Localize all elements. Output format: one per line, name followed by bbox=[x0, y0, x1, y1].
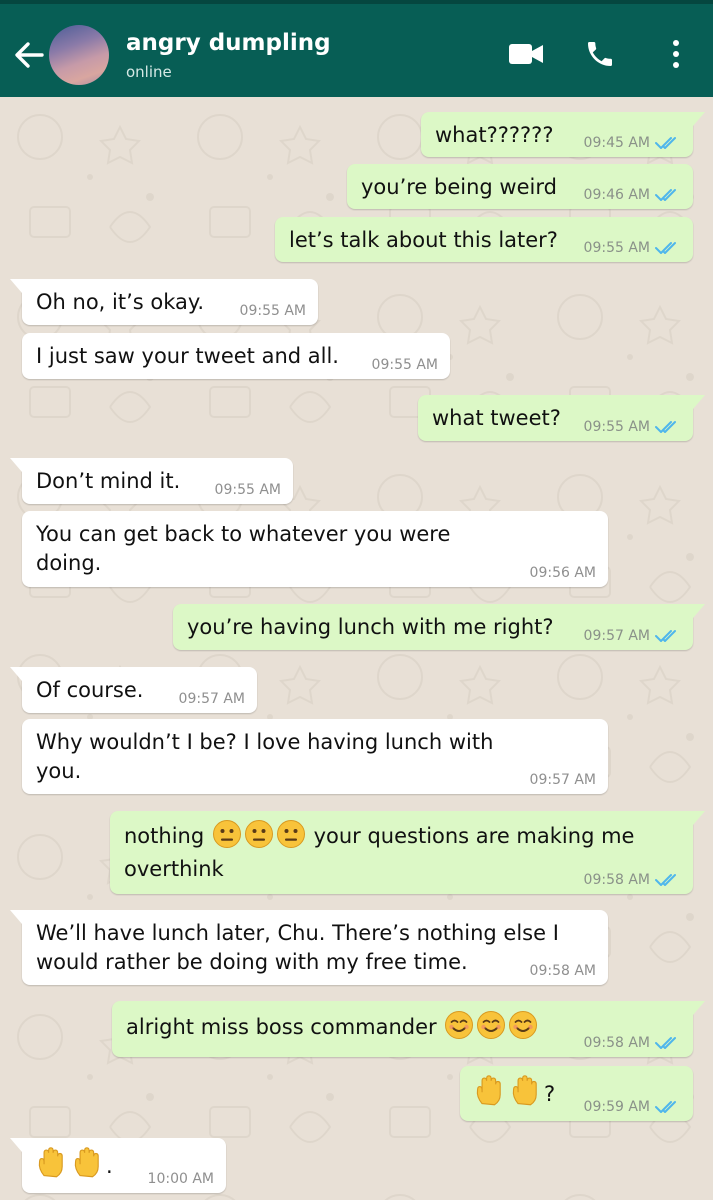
message-text-part: alright miss boss commander bbox=[126, 1015, 437, 1039]
message-meta: 09:45 AM bbox=[584, 135, 681, 151]
message-bubble-incoming[interactable]: I just saw your tweet and all. 09:55 AM bbox=[22, 333, 450, 379]
message-text-part: ? bbox=[544, 1082, 556, 1106]
raised-hand-emoji-icon bbox=[74, 1147, 99, 1178]
contact-name[interactable]: angry dumpling bbox=[126, 30, 331, 56]
bubble-tail bbox=[10, 458, 22, 472]
bubble-tail bbox=[10, 910, 22, 924]
message-time: 09:57 AM bbox=[583, 628, 650, 644]
chat-header: angry dumpling online bbox=[0, 0, 713, 97]
double-check-icon bbox=[655, 189, 676, 201]
message-text: Why wouldn’t I be? I love having lunch w… bbox=[36, 730, 494, 783]
message-time: 09:59 AM bbox=[583, 1099, 650, 1115]
message-bubble-outgoing[interactable]: alright miss boss commander 09:58 AM bbox=[112, 1001, 705, 1057]
message-text: nothing your questions are making me ove… bbox=[124, 819, 653, 886]
smiling-face-emoji-icon bbox=[445, 1011, 474, 1039]
message-bubble-outgoing[interactable]: nothing your questions are making me ove… bbox=[110, 811, 705, 894]
neutral-face-emoji-icon bbox=[276, 820, 305, 848]
raised-hand-emoji-icon bbox=[476, 1075, 501, 1106]
message-time: 09:55 AM bbox=[583, 240, 650, 256]
message-meta: 09:59 AM bbox=[584, 1099, 681, 1115]
double-check-icon bbox=[655, 874, 676, 886]
message-bubble-incoming[interactable]: Why wouldn’t I be? I love having lunch w… bbox=[22, 719, 608, 794]
message-meta: 09:57 AM bbox=[584, 628, 681, 644]
message-meta: 09:55 AM bbox=[584, 419, 681, 435]
message-bubble-incoming[interactable]: You can get back to whatever you were do… bbox=[22, 511, 608, 587]
smiling-face-emoji-icon bbox=[509, 1011, 538, 1039]
message-meta: 09:46 AM bbox=[584, 187, 681, 203]
message-meta: 09:55 AM bbox=[215, 482, 281, 498]
bubble-tail bbox=[693, 395, 705, 409]
double-check-icon bbox=[655, 421, 676, 433]
double-check-icon bbox=[655, 242, 676, 254]
message-bubble-incoming[interactable]: Of course. 09:57 AM bbox=[10, 667, 257, 713]
contact-status: online bbox=[126, 63, 172, 81]
message-meta: 09:55 AM bbox=[240, 303, 306, 319]
message-bubble-outgoing[interactable]: ? 09:59 AM bbox=[460, 1066, 693, 1121]
message-text-part: . bbox=[106, 1154, 113, 1178]
message-bubble-incoming[interactable]: . 10:00 AM bbox=[10, 1138, 226, 1193]
message-meta: 09:58 AM bbox=[530, 963, 596, 979]
message-time: 09:55 AM bbox=[214, 482, 281, 498]
message-text: alright miss boss commander bbox=[126, 1009, 543, 1045]
bubble-tail bbox=[10, 1138, 22, 1152]
message-time: 09:58 AM bbox=[529, 963, 596, 979]
message-bubble-outgoing[interactable]: what?????? 09:45 AM bbox=[421, 112, 705, 157]
double-check-icon bbox=[655, 630, 676, 642]
message-bubble-incoming[interactable]: Don’t mind it. 09:55 AM bbox=[10, 458, 293, 504]
message-time: 09:55 AM bbox=[239, 303, 306, 319]
raised-hand-emoji-icon bbox=[512, 1075, 537, 1106]
message-meta: 09:58 AM bbox=[584, 1035, 681, 1051]
bubble-tail bbox=[693, 1001, 705, 1015]
bubble-tail bbox=[693, 112, 705, 126]
message-time: 09:55 AM bbox=[583, 419, 650, 435]
video-camera-icon[interactable] bbox=[508, 42, 544, 66]
message-text: You can get back to whatever you were do… bbox=[36, 522, 451, 575]
message-time: 09:58 AM bbox=[583, 872, 650, 888]
message-meta: 09:58 AM bbox=[584, 872, 681, 888]
message-bubble-outgoing[interactable]: let’s talk about this later? 09:55 AM bbox=[275, 217, 693, 262]
message-meta: 09:55 AM bbox=[372, 357, 438, 373]
message-meta: 10:00 AM bbox=[148, 1171, 214, 1187]
bubble-tail bbox=[10, 279, 22, 293]
smiling-face-emoji-icon bbox=[477, 1011, 506, 1039]
double-check-icon bbox=[655, 1101, 676, 1113]
message-meta: 09:56 AM bbox=[530, 565, 596, 581]
bubble-tail bbox=[693, 604, 705, 618]
message-time: 09:57 AM bbox=[178, 691, 245, 707]
message-time: 09:58 AM bbox=[583, 1035, 650, 1051]
message-text-part: nothing bbox=[124, 824, 205, 848]
message-time: 09:45 AM bbox=[583, 135, 650, 151]
message-time: 09:46 AM bbox=[583, 187, 650, 203]
arrow-left-icon[interactable] bbox=[12, 40, 46, 70]
raised-hand-emoji-icon bbox=[38, 1147, 63, 1178]
message-time: 09:55 AM bbox=[371, 357, 438, 373]
message-bubble-incoming[interactable]: We’ll have lunch later, Chu. There’s not… bbox=[10, 910, 608, 985]
message-bubble-outgoing[interactable]: what tweet? 09:55 AM bbox=[418, 395, 705, 441]
avatar[interactable] bbox=[49, 25, 109, 85]
message-text: We’ll have lunch later, Chu. There’s not… bbox=[36, 921, 559, 974]
message-meta: 09:57 AM bbox=[179, 691, 245, 707]
message-bubble-incoming[interactable]: Oh no, it’s okay. 09:55 AM bbox=[10, 279, 318, 325]
message-meta: 09:57 AM bbox=[530, 772, 596, 788]
bubble-tail bbox=[693, 811, 705, 825]
double-check-icon bbox=[655, 137, 676, 149]
message-bubble-outgoing[interactable]: you’re having lunch with me right? 09:57… bbox=[173, 604, 705, 650]
more-vertical-icon[interactable] bbox=[668, 38, 684, 70]
message-time: 10:00 AM bbox=[147, 1171, 214, 1187]
message-meta: 09:55 AM bbox=[584, 240, 681, 256]
phone-icon[interactable] bbox=[584, 38, 616, 70]
message-time: 09:56 AM bbox=[529, 565, 596, 581]
double-check-icon bbox=[655, 1037, 676, 1049]
message-bubble-outgoing[interactable]: you’re being weird 09:46 AM bbox=[347, 164, 693, 209]
message-time: 09:57 AM bbox=[529, 772, 596, 788]
neutral-face-emoji-icon bbox=[244, 820, 273, 848]
neutral-face-emoji-icon bbox=[212, 820, 241, 848]
bubble-tail bbox=[10, 667, 22, 681]
